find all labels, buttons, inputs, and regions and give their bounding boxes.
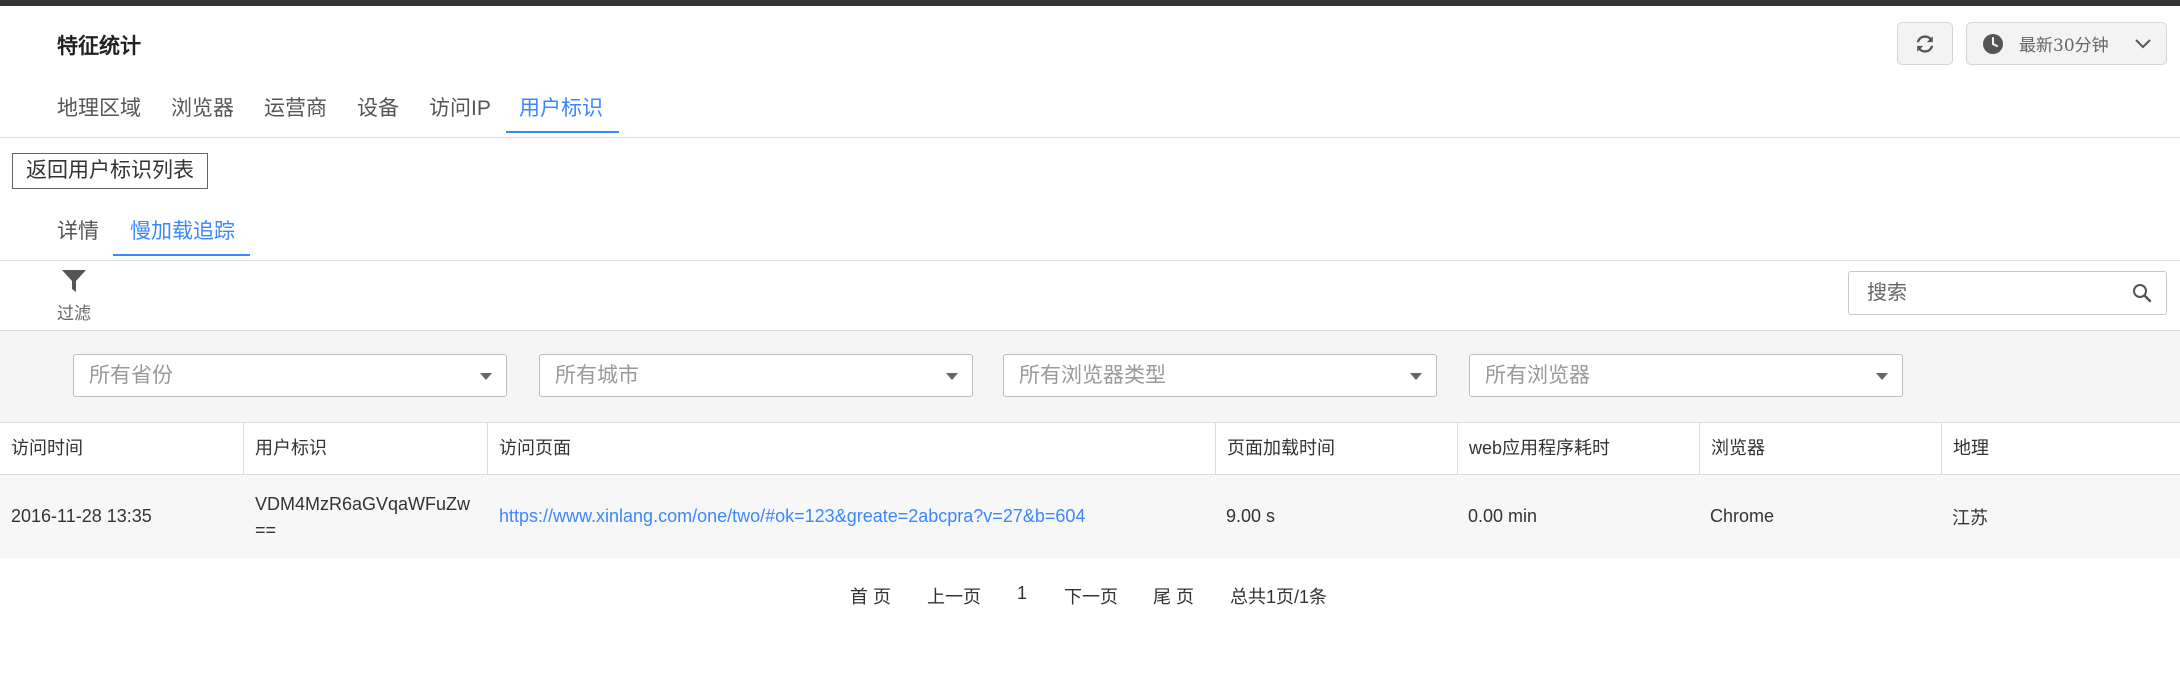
next-page-link[interactable]: 下一页: [1064, 583, 1118, 609]
column-header-visit-time[interactable]: 访问时间: [0, 423, 243, 474]
first-page-link[interactable]: 首 页: [850, 583, 891, 609]
tab-browser[interactable]: 浏览器: [171, 92, 234, 133]
slow-load-table: 访问时间 用户标识 访问页面 页面加载时间 web应用程序耗时 浏览器 地理 2…: [0, 423, 2180, 558]
last-page-link[interactable]: 尾 页: [1153, 583, 1194, 609]
province-select-placeholder: 所有省份: [89, 364, 173, 387]
column-header-visit-page[interactable]: 访问页面: [487, 423, 1215, 474]
search-box: [1848, 271, 2167, 315]
pagination-total: 总共1页/1条: [1230, 587, 1328, 607]
back-to-user-list-button[interactable]: 返回用户标识列表: [12, 153, 208, 189]
clock-icon: [1983, 33, 2003, 54]
column-header-user-id[interactable]: 用户标识: [243, 423, 487, 474]
chevron-down-icon: [2135, 38, 2151, 48]
tab-geo-region[interactable]: 地理区域: [57, 92, 141, 133]
city-select-placeholder: 所有城市: [555, 364, 639, 387]
filter-toggle-button[interactable]: 过滤: [56, 269, 92, 324]
column-header-geo[interactable]: 地理: [1941, 423, 2180, 474]
column-header-web-app-time[interactable]: web应用程序耗时: [1457, 423, 1699, 474]
table-header: 访问时间 用户标识 访问页面 页面加载时间 web应用程序耗时 浏览器 地理: [0, 423, 2180, 475]
detail-tabs: 详情 慢加载追踪: [0, 211, 2180, 261]
cell-geo: 江苏: [1952, 507, 1988, 528]
tab-user-id[interactable]: 用户标识: [506, 92, 619, 133]
tab-slow-load-trace[interactable]: 慢加载追踪: [113, 215, 250, 256]
search-input[interactable]: [1865, 272, 2129, 314]
caret-down-icon: [480, 373, 492, 380]
caret-down-icon: [946, 373, 958, 380]
page-title: 特征统计: [57, 35, 141, 58]
city-select[interactable]: 所有城市: [539, 354, 973, 397]
tab-device[interactable]: 设备: [357, 92, 399, 133]
cell-user-id: VDM4MzR6aGVqaWFuZw==: [255, 493, 471, 540]
cell-visit-time: 2016-11-28 13:35: [11, 506, 152, 526]
prev-page-link[interactable]: 上一页: [927, 583, 981, 609]
search-icon[interactable]: [2132, 283, 2152, 303]
column-header-browser[interactable]: 浏览器: [1699, 423, 1941, 474]
browser-select-placeholder: 所有浏览器: [1485, 364, 1590, 387]
cell-browser: Chrome: [1710, 506, 1775, 526]
browser-type-select[interactable]: 所有浏览器类型: [1003, 354, 1437, 397]
caret-down-icon: [1876, 373, 1888, 380]
refresh-icon: [1916, 34, 1934, 53]
tab-visit-ip[interactable]: 访问IP: [429, 92, 491, 133]
current-page-number[interactable]: 1: [1017, 583, 1027, 604]
filter-label: 过滤: [57, 304, 91, 323]
filter-selects: 所有省份 所有城市 所有浏览器类型 所有浏览器: [0, 331, 2180, 423]
cell-load-time: 9.00 s: [1226, 506, 1276, 526]
column-header-load-time[interactable]: 页面加载时间: [1215, 423, 1457, 474]
browser-select[interactable]: 所有浏览器: [1469, 354, 1903, 397]
province-select[interactable]: 所有省份: [73, 354, 507, 397]
time-range-dropdown[interactable]: 最新30分钟: [1966, 22, 2167, 65]
cell-web-app-time: 0.00 min: [1468, 506, 1538, 526]
browser-type-select-placeholder: 所有浏览器类型: [1019, 364, 1166, 387]
caret-down-icon: [1410, 373, 1422, 380]
table-row: 2016-11-28 13:35 VDM4MzR6aGVqaWFuZw== ht…: [0, 475, 2180, 558]
cell-visit-page-link[interactable]: https://www.xinlang.com/one/two/#ok=123&…: [487, 475, 1215, 558]
refresh-button[interactable]: [1897, 22, 1953, 65]
top-bar: [0, 0, 2180, 6]
funnel-icon: [62, 270, 86, 292]
time-range-label: 最新30分钟: [2019, 36, 2109, 56]
tab-carrier[interactable]: 运营商: [264, 92, 327, 133]
feature-tabs: 地理区域 浏览器 运营商 设备 访问IP 用户标识: [0, 88, 2180, 138]
filter-bar: 过滤: [0, 261, 2180, 331]
tab-details[interactable]: 详情: [57, 215, 99, 256]
